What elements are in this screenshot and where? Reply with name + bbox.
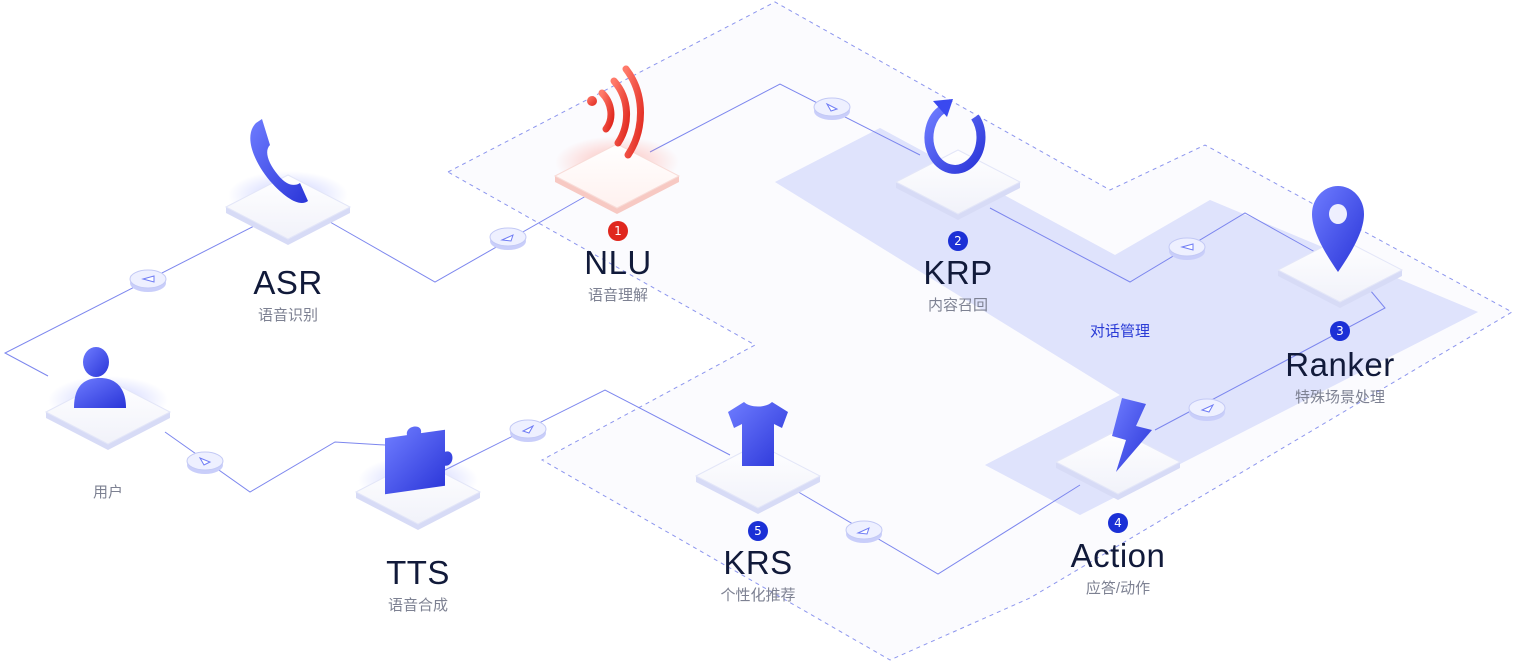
node-ranker: Ranker 特殊场景处理 [1270, 346, 1410, 407]
badge-krs: 5 [748, 521, 768, 541]
badge-krp: 2 [948, 231, 968, 251]
node-tts: TTS 语音合成 [368, 554, 468, 615]
node-tts-name: TTS [386, 554, 450, 591]
node-krs: KRS 个性化推荐 [703, 544, 813, 605]
node-ranker-sub: 特殊场景处理 [1294, 388, 1385, 406]
arrow-connector [489, 227, 527, 250]
node-ranker-name: Ranker [1285, 346, 1395, 383]
arrow-connector [813, 97, 851, 120]
badge-ranker: 3 [1330, 321, 1350, 341]
badge-nlu: 1 [608, 221, 628, 241]
node-nlu-sub: 语音理解 [587, 286, 648, 304]
node-krs-name: KRS [723, 544, 793, 581]
badge-action: 4 [1108, 513, 1128, 533]
plate-asr [224, 171, 352, 245]
node-action: Action 应答/动作 [1058, 537, 1178, 598]
node-action-sub: 应答/动作 [1085, 579, 1151, 597]
puzzle-icon [385, 426, 453, 495]
node-asr-name: ASR [253, 264, 323, 301]
line-asr-user [3, 223, 259, 377]
node-asr: ASR 语音识别 [238, 264, 338, 325]
node-tts-sub: 语音合成 [387, 596, 448, 614]
node-action-name: Action [1070, 537, 1166, 574]
arrow-connector [1168, 237, 1206, 260]
arrow-connector [1188, 398, 1226, 421]
node-krp-sub: 内容召回 [927, 296, 988, 314]
arrow-connector [845, 520, 883, 543]
arrow-connector [129, 269, 167, 292]
node-nlu-name: NLU [584, 244, 652, 281]
node-nlu: NLU 语音理解 [568, 244, 668, 305]
dialog-management-label: 对话管理 [1090, 323, 1151, 340]
node-krs-sub: 个性化推荐 [720, 586, 796, 604]
node-asr-sub: 语音识别 [257, 306, 318, 324]
node-user-label: 用户 [93, 484, 124, 501]
node-krp-name: KRP [923, 254, 993, 291]
arrow-connector [186, 451, 224, 474]
node-krp: KRP 内容召回 [908, 254, 1008, 315]
arrow-connector [509, 419, 547, 442]
